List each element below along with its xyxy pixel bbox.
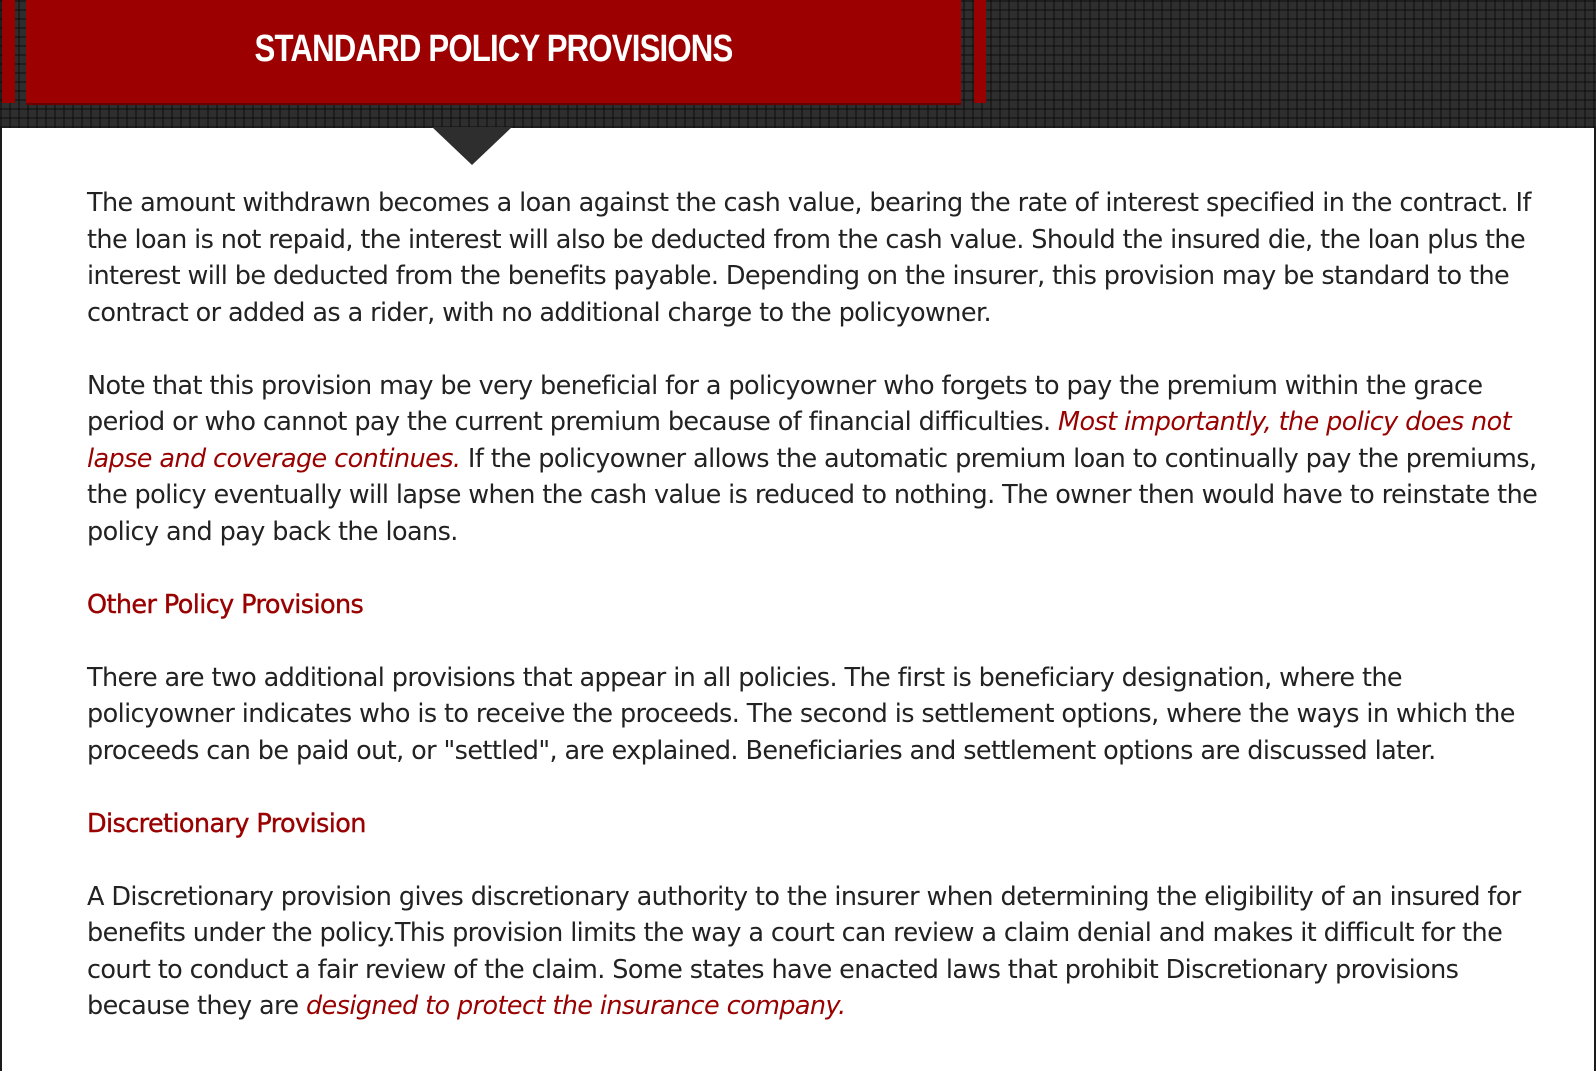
section-heading-discretionary-provision: Discretionary Provision (87, 808, 367, 839)
section-heading-other-policy-provisions: Other Policy Provisions (87, 589, 364, 620)
emphasis-text: designed to protect the insurance compan… (305, 991, 846, 1021)
paragraph-discretionary-provision: A Discretionary provision gives discreti… (87, 879, 1542, 1025)
ribbon-pointer (432, 127, 512, 165)
page-title: STANDARD POLICY PROVISIONS (254, 28, 734, 70)
article-body: The amount withdrawn becomes a loan agai… (87, 185, 1542, 1061)
ribbon-right-edge (974, 0, 986, 103)
paragraph-automatic-premium-loan: Note that this provision may be very ben… (87, 368, 1542, 551)
paragraph-loan-against-cash-value: The amount withdrawn becomes a loan agai… (87, 188, 1531, 328)
paragraph-other-provisions: There are two additional provisions that… (87, 662, 1515, 766)
ribbon-left-edge (2, 0, 15, 103)
